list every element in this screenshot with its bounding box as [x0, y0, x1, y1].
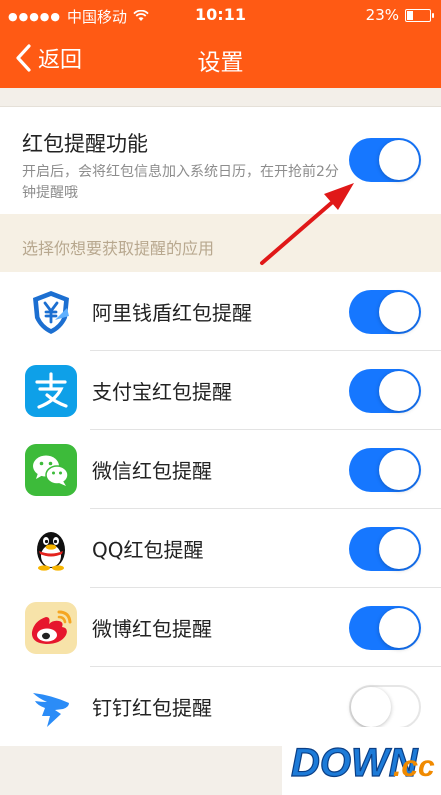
list-item-weibo: 微博红包提醒 — [0, 588, 441, 667]
alipay-icon — [25, 365, 77, 417]
wechat-icon — [25, 444, 77, 496]
qq-penguin-icon — [25, 523, 77, 575]
section-header: 选择你想要获取提醒的应用 — [0, 214, 441, 272]
toggle-knob — [379, 371, 419, 411]
battery-fill — [407, 10, 413, 20]
app-label: 钉钉红包提醒 — [92, 696, 212, 720]
qq-reminder-toggle[interactable] — [349, 527, 421, 571]
toggle-knob — [379, 140, 419, 180]
toggle-knob — [351, 687, 391, 727]
toggle-knob — [379, 608, 419, 648]
dingtalk-icon — [25, 681, 77, 733]
weibo-icon — [25, 602, 77, 654]
list-item-wechat: 微信红包提醒 — [0, 430, 441, 509]
toggle-knob — [379, 450, 419, 490]
wechat-reminder-toggle[interactable] — [349, 448, 421, 492]
setting-label: 红包提醒功能 — [22, 132, 148, 156]
battery-percent: 23% — [365, 6, 399, 24]
app-label: 支付宝红包提醒 — [92, 380, 232, 404]
app-reminder-list: 阿里钱盾红包提醒 支付宝红包提醒 微信红包提醒 QQ红包提醒 微博红包提醒 钉钉 — [0, 272, 441, 746]
section-header-text: 选择你想要获取提醒的应用 — [22, 239, 215, 258]
list-item-aliqiandun: 阿里钱盾红包提醒 — [0, 272, 441, 351]
page-title: 设置 — [197, 50, 244, 76]
weibo-reminder-toggle[interactable] — [349, 606, 421, 650]
down-cc-logo: DOWN .cc — [290, 740, 435, 785]
watermark-logo: DOWN .cc — [282, 727, 441, 795]
aliqiandun-shield-icon — [25, 286, 77, 338]
toggle-knob — [379, 529, 419, 569]
nav-bar: 返回 设置 — [0, 30, 441, 88]
battery-icon — [405, 8, 434, 22]
dingtalk-reminder-toggle[interactable] — [349, 685, 421, 729]
app-label: 阿里钱盾红包提醒 — [92, 301, 252, 325]
list-item-qq: QQ红包提醒 — [0, 509, 441, 588]
status-bar: ●●●●● 中国移动 10:11 23% — [0, 0, 441, 30]
app-label: 微博红包提醒 — [92, 617, 212, 641]
toggle-knob — [379, 292, 419, 332]
app-label: 微信红包提醒 — [92, 459, 212, 483]
status-right: 23% — [365, 6, 434, 24]
red-packet-reminder-setting: 红包提醒功能 开启后，会将红包信息加入系统日历，在开抢前2分钟提醒哦 — [0, 106, 441, 216]
setting-description: 开启后，会将红包信息加入系统日历，在开抢前2分钟提醒哦 — [22, 164, 339, 201]
alipay-reminder-toggle[interactable] — [349, 369, 421, 413]
list-item-alipay: 支付宝红包提醒 — [0, 351, 441, 430]
reminder-master-toggle[interactable] — [349, 138, 421, 182]
svg-text:.cc: .cc — [393, 750, 435, 783]
aliqiandun-reminder-toggle[interactable] — [349, 290, 421, 334]
app-label: QQ红包提醒 — [92, 538, 204, 562]
